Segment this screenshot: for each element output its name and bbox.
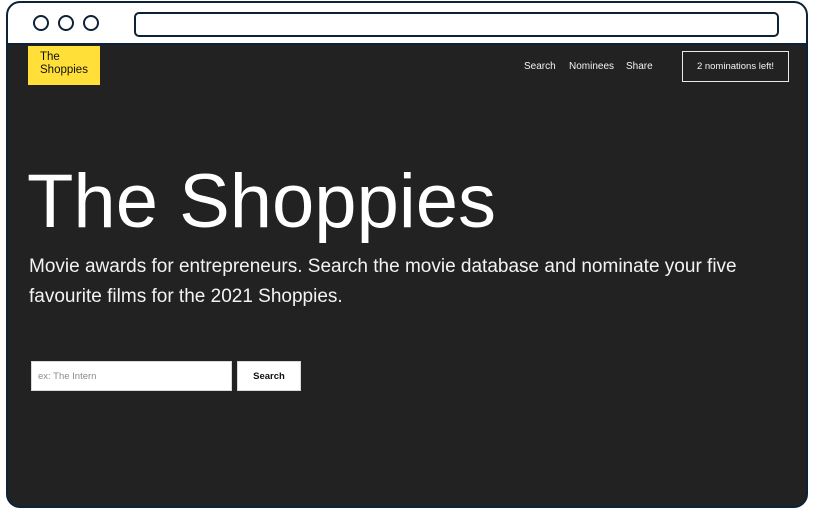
nominations-left-button[interactable]: 2 nominations left! [682,51,789,82]
nav-nominees-link[interactable]: Nominees [569,61,614,72]
browser-toolbar [8,3,806,45]
nav-share-link[interactable]: Share [626,61,653,72]
window-control-dot[interactable] [58,15,74,31]
hero-title: The Shoppies [27,159,496,244]
nav-search-link[interactable]: Search [524,61,556,72]
browser-window: The Shoppies Search Nominees Share 2 nom… [6,1,808,508]
window-control-dot[interactable] [83,15,99,31]
brand-logo-line1: The [40,51,60,63]
address-bar[interactable] [134,12,779,37]
brand-logo[interactable]: The Shoppies [28,46,100,85]
movie-search-input[interactable] [31,361,232,391]
search-button[interactable]: Search [237,361,301,391]
brand-logo-line2: Shoppies [40,64,88,76]
window-control-dot[interactable] [33,15,49,31]
hero-subtitle: Movie awards for entrepreneurs. Search t… [29,256,737,307]
